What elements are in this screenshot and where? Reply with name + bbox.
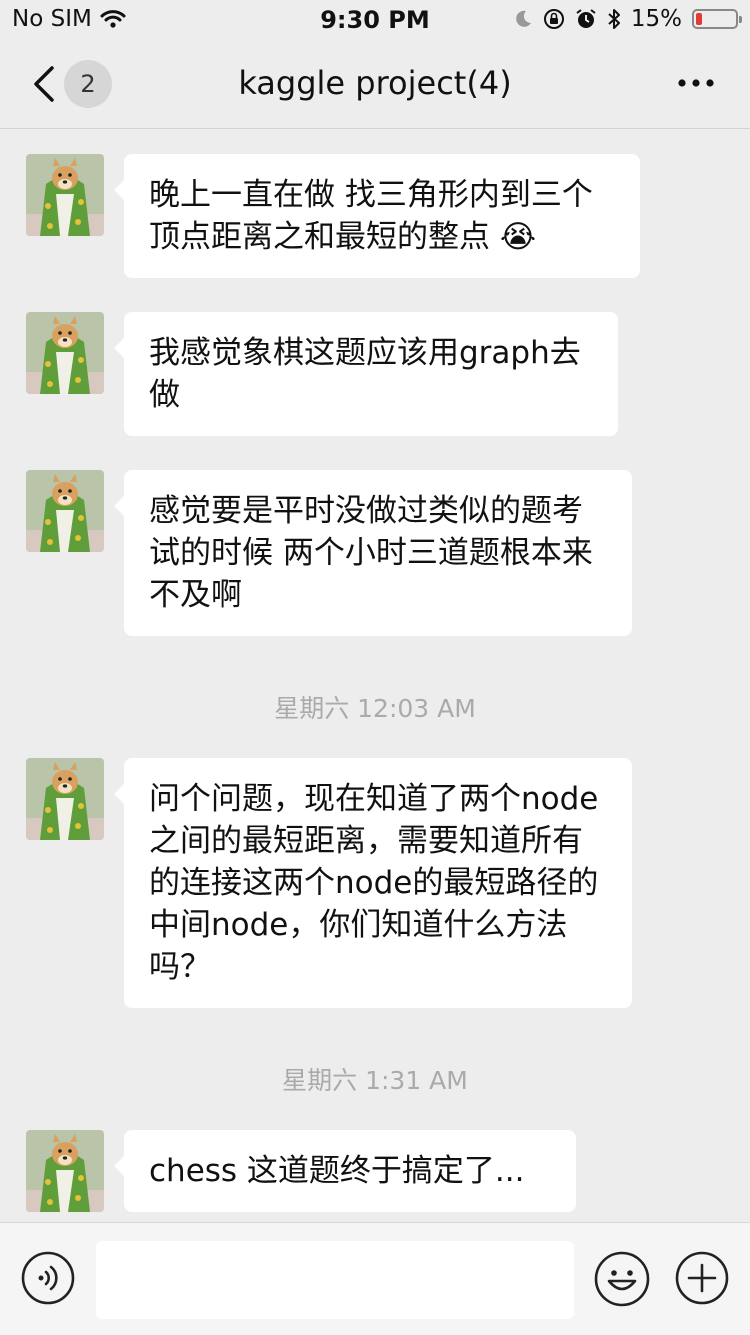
rotation-lock-icon (543, 9, 564, 29)
avatar[interactable] (26, 154, 104, 236)
moon-icon (516, 10, 531, 27)
avatar[interactable] (26, 470, 104, 552)
plus-icon[interactable] (675, 1251, 729, 1305)
chat-input-bar (0, 1222, 750, 1335)
status-right: 15% (513, 6, 742, 32)
voice-icon[interactable] (21, 1251, 75, 1305)
dog-avatar-image (26, 758, 104, 840)
alarm-icon (576, 9, 596, 28)
chat-header: 2 kaggle project(4) (0, 40, 750, 129)
dog-avatar-image (26, 312, 104, 394)
battery-cap (739, 16, 742, 23)
timestamp-separator: 星期六 12:03 AM (274, 694, 476, 723)
avatar[interactable] (26, 1130, 104, 1212)
message-bubble[interactable]: 感觉要是平时没做过类似的题考试的时候 两个小时三道题根本来不及啊 (114, 470, 632, 636)
back-chevron-icon[interactable] (26, 62, 66, 106)
dog-avatar-image (26, 470, 104, 552)
chat-title: kaggle project(4) (238, 64, 512, 102)
message-input[interactable] (96, 1241, 574, 1319)
battery-percent: 15% (630, 6, 682, 32)
message-bubble[interactable]: 晚上一直在做 找三角形内到三个顶点距离之和最短的整点 😭 (114, 154, 640, 278)
bluetooth-icon (608, 9, 620, 29)
status-bar: No SIM 9:30 PM 15% (0, 0, 750, 40)
dog-avatar-image (26, 154, 104, 236)
more-options-icon[interactable] (676, 68, 716, 98)
avatar[interactable] (26, 758, 104, 840)
message-bubble[interactable]: chess 这道题终于搞定了... (114, 1130, 576, 1212)
message-bubble[interactable]: 我感觉象棋这题应该用graph去做 (114, 312, 618, 436)
dog-avatar-image (26, 1130, 104, 1212)
battery-fill (696, 13, 702, 25)
unread-count-badge[interactable]: 2 (64, 60, 112, 108)
emoji-icon[interactable] (594, 1251, 650, 1307)
timestamp-separator: 星期六 1:31 AM (282, 1066, 468, 1095)
battery-icon (692, 9, 742, 29)
avatar[interactable] (26, 312, 104, 394)
message-bubble[interactable]: 问个问题，现在知道了两个node之间的最短距离，需要知道所有的连接这两个node… (114, 758, 632, 1008)
